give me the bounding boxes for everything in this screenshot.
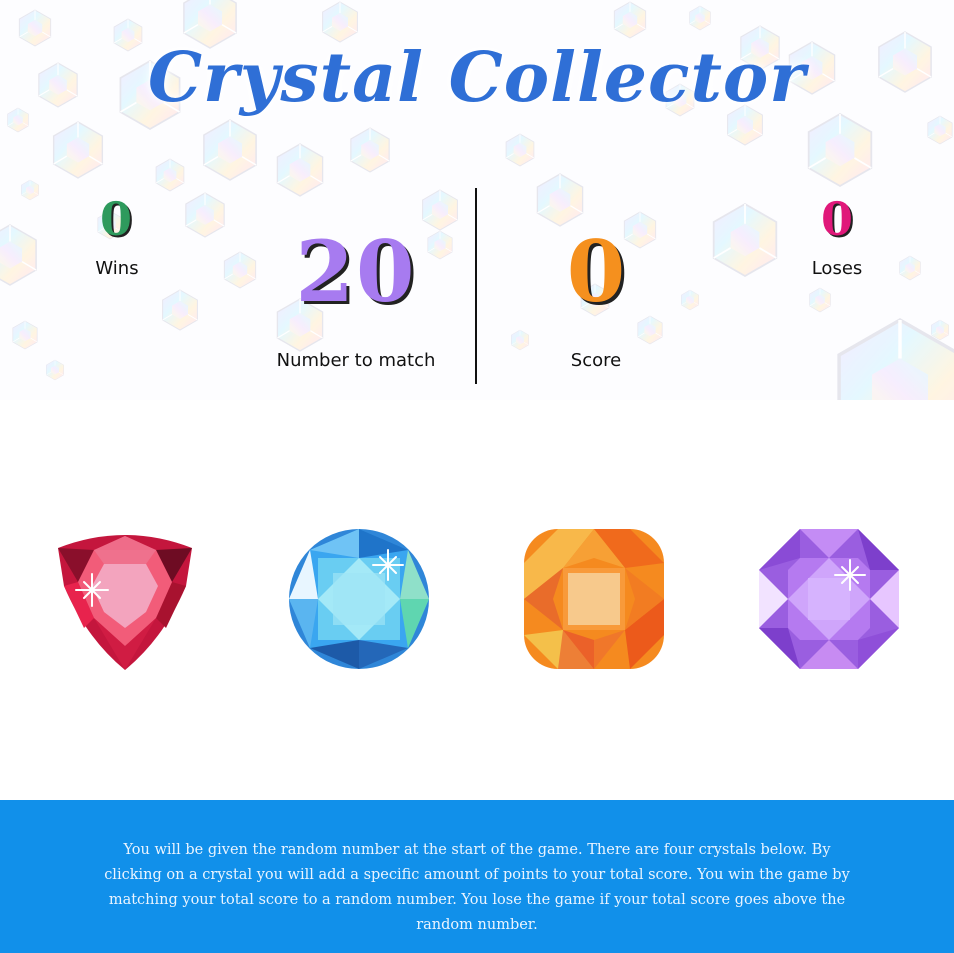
stats-divider bbox=[475, 188, 477, 384]
game-title: Crystal Collector bbox=[147, 38, 807, 118]
target-label: Number to match bbox=[276, 350, 436, 371]
blue-crystal-button[interactable] bbox=[288, 528, 430, 670]
orange-crystal-button[interactable] bbox=[523, 528, 665, 670]
instructions-panel: You will be given the random number at t… bbox=[0, 800, 954, 953]
loses-label: Loses bbox=[811, 258, 863, 279]
instructions-text: You will be given the random number at t… bbox=[104, 842, 850, 933]
red-crystal-button[interactable] bbox=[54, 528, 196, 670]
red-crystal-icon bbox=[58, 535, 192, 670]
score-counter: 0 bbox=[566, 222, 626, 321]
wins-counter: 0 bbox=[99, 192, 132, 246]
wins-label: Wins bbox=[95, 258, 139, 279]
orange-crystal-icon bbox=[524, 529, 664, 669]
purple-crystal-icon bbox=[759, 529, 899, 669]
loses-counter: 0 bbox=[820, 192, 853, 246]
score-label: Score bbox=[570, 350, 622, 371]
purple-crystal-button[interactable] bbox=[758, 528, 900, 670]
blue-crystal-icon bbox=[289, 529, 429, 669]
header-panel: Crystal Collector 0 Wins 20 Number to ma… bbox=[0, 0, 954, 400]
target-number: 20 bbox=[295, 222, 417, 321]
